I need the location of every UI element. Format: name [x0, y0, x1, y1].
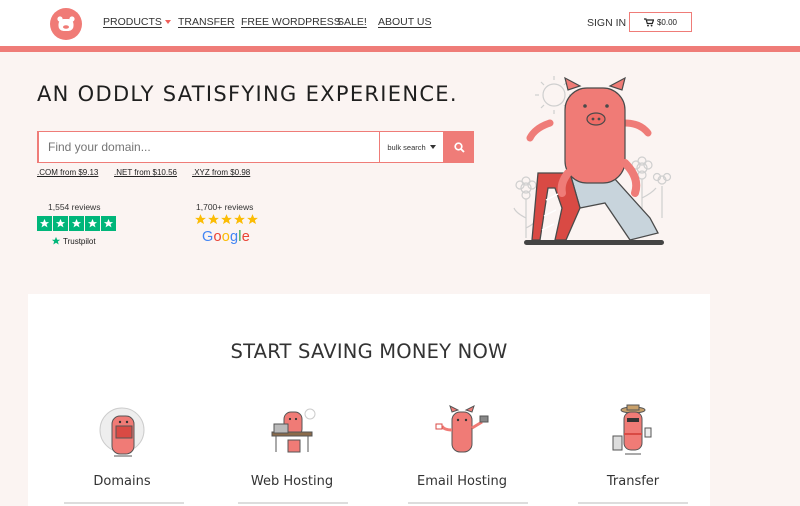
star-icon: [195, 214, 206, 225]
google-stars[interactable]: [194, 213, 259, 226]
feature-label-domains: Domains: [93, 474, 151, 489]
feature-domains[interactable]: Domains: [52, 404, 192, 489]
tld-xyz-link[interactable]: .XYZ from $0.98: [192, 168, 250, 177]
cart-total: $0.00: [656, 17, 678, 27]
feature-transfer[interactable]: Transfer: [563, 404, 703, 489]
pig-slide-illustration: [513, 76, 672, 245]
google-review-count: 1,700+ reviews: [196, 202, 254, 212]
star-icon: [69, 216, 84, 231]
hero-title: AN ODDLY SATISFYING EXPERIENCE.: [37, 82, 458, 106]
domains-pig-icon: [99, 407, 145, 457]
star-icon: [53, 216, 68, 231]
star-icon: [85, 216, 100, 231]
star-icon: [101, 216, 116, 231]
google-letter: e: [241, 229, 250, 245]
feature-email-hosting[interactable]: Email Hosting: [392, 404, 532, 489]
bulk-search-dropdown[interactable]: bulk search: [379, 131, 444, 163]
cart-icon: [643, 17, 654, 26]
transfer-pig-icon: [612, 404, 652, 455]
google-letter: o: [213, 229, 222, 245]
feature-label-web-hosting: Web Hosting: [250, 474, 334, 489]
domain-search-input[interactable]: [37, 131, 379, 163]
star-icon: [247, 214, 258, 225]
email-hosting-pig-icon: [435, 405, 489, 453]
logo-pig-icon[interactable]: [50, 8, 82, 40]
trustpilot-stars[interactable]: [37, 216, 116, 231]
savings-section: START SAVING MONEY NOW Domains Web Hosti…: [28, 294, 710, 506]
feature-description-faded: [578, 502, 688, 504]
feature-label-transfer: Transfer: [606, 474, 660, 489]
search-icon: [453, 141, 465, 153]
google-letter: G: [202, 229, 214, 245]
chevron-down-icon: [429, 145, 436, 149]
star-icon: [208, 214, 219, 225]
cart-button[interactable]: $0.00: [629, 12, 692, 32]
web-hosting-pig-icon: [271, 408, 316, 453]
google-logo[interactable]: Google: [202, 229, 250, 245]
bulk-search-label: bulk search: [387, 142, 426, 152]
search-button[interactable]: [444, 131, 474, 163]
domain-search: bulk search: [37, 131, 474, 163]
star-icon: [234, 214, 245, 225]
tld-com-link[interactable]: .COM from $9.13: [37, 168, 98, 177]
google-brand-label: Google: [202, 229, 250, 245]
star-icon: [37, 216, 52, 231]
star-icon: [221, 214, 232, 225]
chevron-down-icon: [164, 20, 171, 25]
star-icon: [51, 236, 61, 245]
nav-about-us[interactable]: ABOUT US: [378, 16, 431, 28]
site-header: PRODUCTS TRANSFER FREE WORDPRESS SALE! A…: [0, 0, 800, 52]
nav-sale[interactable]: SALE!: [337, 16, 367, 28]
feature-description-faded: [64, 502, 184, 504]
savings-title: START SAVING MONEY NOW: [230, 340, 508, 363]
google-letter: o: [221, 229, 231, 245]
nav-transfer[interactable]: TRANSFER: [178, 16, 235, 28]
trustpilot-brand-label: Trustpilot: [63, 236, 96, 246]
trustpilot-logo[interactable]: Trustpilot: [51, 236, 96, 246]
nav-products[interactable]: PRODUCTS: [103, 16, 171, 28]
sign-in-link[interactable]: SIGN IN: [587, 17, 626, 29]
feature-description-faded: [238, 502, 348, 504]
feature-description-faded: [408, 502, 528, 504]
feature-web-hosting[interactable]: Web Hosting: [222, 404, 362, 489]
nav-free-wordpress[interactable]: FREE WORDPRESS: [241, 16, 341, 28]
tld-net-link[interactable]: .NET from $10.56: [114, 168, 177, 177]
feature-label-email-hosting: Email Hosting: [417, 474, 507, 489]
trustpilot-review-count: 1,554 reviews: [48, 202, 101, 212]
